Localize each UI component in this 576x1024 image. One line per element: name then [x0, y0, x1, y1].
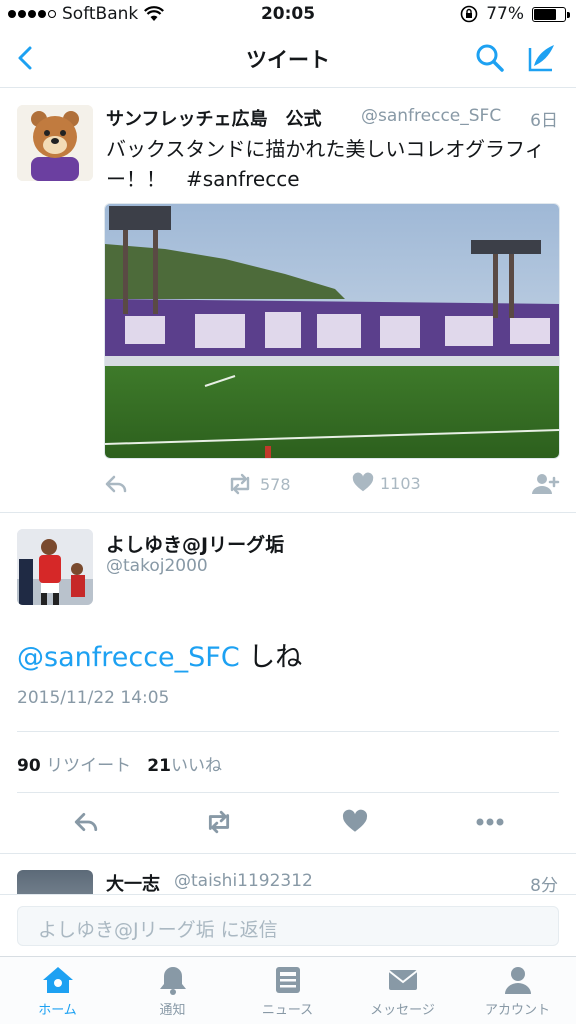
- more-button[interactable]: [474, 809, 506, 835]
- follow-button[interactable]: [530, 472, 560, 496]
- tab-messages-label: メッセージ: [370, 1003, 435, 1018]
- bell-icon: [159, 967, 186, 995]
- player-avatar-image: [17, 529, 93, 605]
- retweet-count: 578: [260, 474, 291, 494]
- tweet-time: 8分: [530, 876, 558, 894]
- tweet-time: 6日: [530, 111, 558, 131]
- battery-percent: 77%: [486, 4, 524, 24]
- retweet-icon: [208, 810, 230, 834]
- tweet-text: @sanfrecce_SFC しね: [17, 635, 302, 674]
- retweet-count[interactable]: 90: [17, 756, 41, 776]
- author-handle[interactable]: @sanfrecce_SFC: [361, 106, 501, 126]
- tweet-timestamp: 2015/11/22 14:05: [17, 688, 170, 708]
- like-button[interactable]: [342, 809, 368, 835]
- retweet-button[interactable]: 578: [226, 472, 291, 496]
- tab-messages[interactable]: メッセージ: [345, 965, 460, 1018]
- tab-notifications[interactable]: 通知: [115, 965, 230, 1018]
- news-icon: [275, 967, 300, 993]
- heart-icon: [352, 472, 374, 492]
- reply-tweet[interactable]: 大一志 @taishi1192312 8分: [0, 854, 576, 894]
- avatar[interactable]: [17, 529, 93, 605]
- add-user-icon: [532, 474, 560, 494]
- reply-icon: [105, 475, 127, 493]
- tab-account-label: アカウント: [484, 1003, 550, 1018]
- status-bar: SoftBank 20:05 77%: [0, 0, 576, 30]
- author-handle[interactable]: @takoj2000: [106, 556, 208, 576]
- tweet-actions: 578 1103: [0, 472, 576, 502]
- person-icon: [504, 967, 531, 994]
- avatar[interactable]: [17, 870, 93, 894]
- tab-bar: ホーム 通知 ニュース メッセージ アカウント: [0, 956, 576, 1024]
- reply-icon: [74, 813, 98, 831]
- context-tweet[interactable]: サンフレッチェ広島 公式 @sanfrecce_SFC 6日 バックスタンドに描…: [0, 89, 576, 513]
- search-icon: [476, 44, 504, 72]
- like-label[interactable]: いいね: [171, 756, 222, 776]
- mention-link[interactable]: @sanfrecce_SFC: [17, 642, 240, 673]
- rotation-lock-icon: [460, 5, 478, 23]
- heart-icon: [342, 809, 368, 832]
- tab-notifications-label: 通知: [159, 1003, 186, 1018]
- tweet-actions: [0, 809, 576, 839]
- avatar[interactable]: [17, 105, 93, 181]
- divider: [17, 731, 559, 732]
- tab-home[interactable]: ホーム: [0, 965, 115, 1018]
- author-handle[interactable]: @taishi1192312: [174, 871, 313, 891]
- reply-button[interactable]: [72, 809, 100, 835]
- status-right: 77%: [460, 4, 570, 24]
- reply-input[interactable]: よしゆき@Jリーグ垢 に返信: [17, 906, 559, 946]
- engagement-stats: 90 リツイート 21いいね: [17, 751, 222, 776]
- envelope-icon: [387, 970, 418, 990]
- battery-icon: [532, 6, 570, 22]
- tab-news-label: ニュース: [261, 1003, 314, 1018]
- divider: [17, 792, 559, 793]
- tweet-photo[interactable]: [104, 203, 560, 459]
- tab-account[interactable]: アカウント: [460, 965, 575, 1018]
- author-name[interactable]: よしゆき@Jリーグ垢: [106, 530, 284, 557]
- retweet-button[interactable]: [203, 809, 235, 835]
- reply-button[interactable]: [104, 472, 128, 496]
- nav-bar: ツイート: [0, 30, 576, 88]
- like-button[interactable]: 1103: [352, 472, 421, 494]
- home-icon: [42, 967, 73, 993]
- tab-home-label: ホーム: [38, 1003, 77, 1018]
- search-button[interactable]: [472, 40, 508, 76]
- tweet-text: バックスタンドに描かれた美しいコレオグラフィー！！ #sanfrecce: [106, 137, 545, 191]
- author-name[interactable]: 大一志: [106, 870, 160, 894]
- tweet-text-body: しね: [248, 642, 303, 673]
- author-name[interactable]: サンフレッチェ広島 公式: [106, 105, 321, 131]
- tab-news[interactable]: ニュース: [230, 965, 345, 1018]
- like-count: 1103: [380, 473, 421, 493]
- more-icon: [476, 818, 504, 826]
- stadium-photo: [105, 204, 559, 458]
- retweet-icon: [230, 473, 250, 495]
- mascot-avatar-image: [17, 105, 93, 181]
- compose-tweet-button[interactable]: [524, 40, 560, 76]
- like-count[interactable]: 21: [147, 756, 171, 776]
- reply-bar: よしゆき@Jリーグ垢 に返信: [0, 894, 576, 956]
- retweet-label[interactable]: リツイート: [46, 756, 131, 776]
- compose-icon: [528, 45, 554, 72]
